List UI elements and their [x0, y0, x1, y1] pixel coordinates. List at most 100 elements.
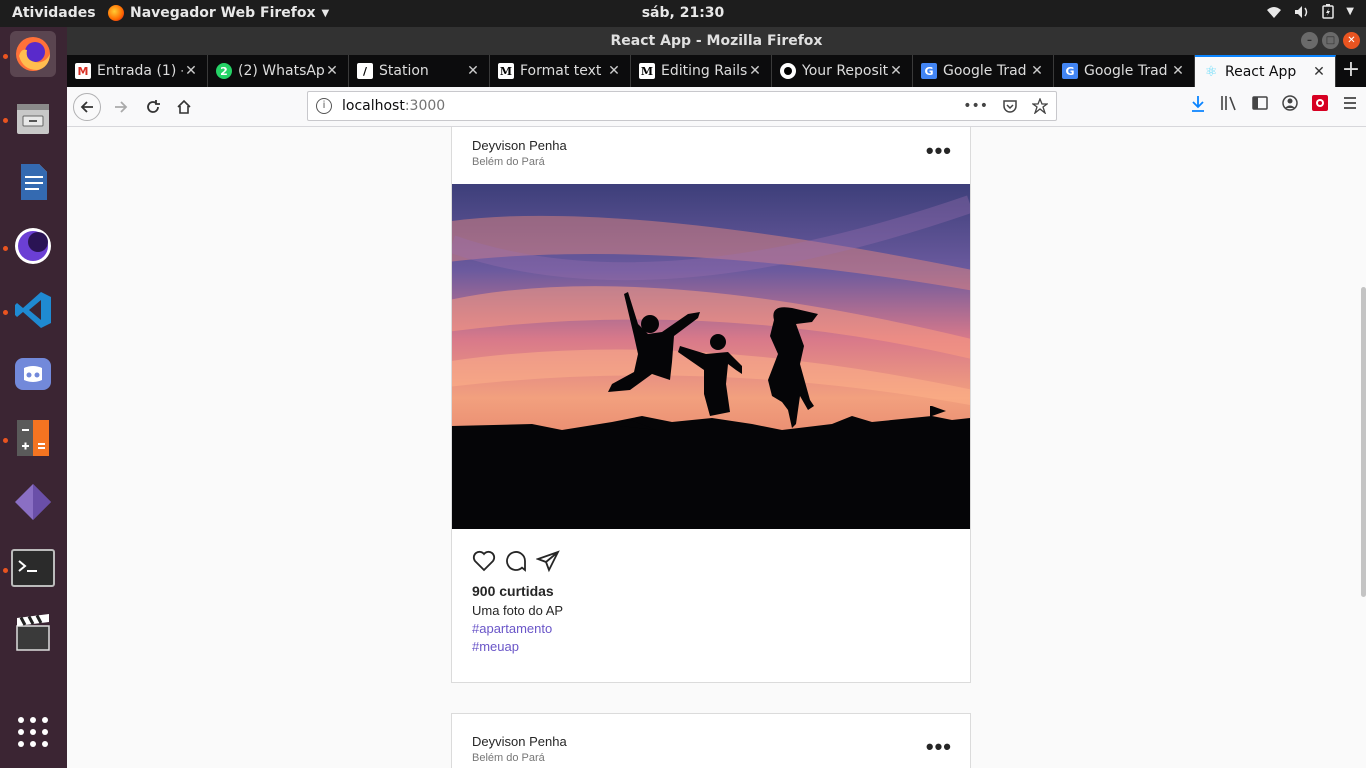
- comment-icon[interactable]: [504, 549, 528, 573]
- tab-label: Entrada (1) -: [97, 63, 183, 79]
- post-location: Belém do Pará: [472, 752, 545, 764]
- post-card: Deyvison Penha Belém do Pará •••: [451, 127, 971, 683]
- tab-label: React App: [1225, 64, 1297, 80]
- moon-browser-icon: [15, 228, 51, 264]
- firefox-icon: [16, 37, 50, 71]
- close-tab-icon[interactable]: ✕: [465, 63, 481, 79]
- close-tab-icon[interactable]: ✕: [1029, 63, 1045, 79]
- grid-icon: [18, 717, 48, 747]
- bookmark-star-icon[interactable]: [1032, 98, 1048, 114]
- react-icon: ⚛: [1204, 64, 1218, 80]
- post-footer: 900 curtidas Uma foto do AP #apartamento…: [452, 529, 970, 674]
- url-port: :3000: [404, 98, 446, 114]
- medium-icon: M: [639, 63, 655, 79]
- likes-count: 900 curtidas: [472, 583, 554, 599]
- close-tab-icon[interactable]: ✕: [888, 63, 904, 79]
- close-tab-icon[interactable]: ✕: [606, 63, 622, 79]
- pocket-icon[interactable]: [1002, 98, 1018, 114]
- dock-writer[interactable]: [10, 159, 56, 205]
- close-tab-icon[interactable]: ✕: [324, 63, 340, 79]
- post-caption: Uma foto do AP: [472, 603, 564, 618]
- tab-github[interactable]: Your Reposit ✕: [772, 55, 913, 87]
- home-icon: [177, 99, 191, 114]
- running-indicator: [3, 54, 8, 59]
- home-button[interactable]: [170, 93, 198, 121]
- gmail-icon: M: [75, 63, 91, 79]
- dock-files[interactable]: [10, 95, 56, 141]
- extension-icon[interactable]: [1312, 95, 1328, 111]
- show-applications-button[interactable]: [10, 709, 56, 755]
- dock-app-diamond[interactable]: [10, 479, 56, 525]
- dock-video-editor[interactable]: [10, 609, 56, 655]
- dock-vscode[interactable]: [10, 287, 56, 333]
- tab-editing-rails[interactable]: M Editing Rails ✕: [631, 55, 772, 87]
- close-window-button[interactable]: ✕: [1343, 32, 1360, 49]
- tab-label: Station: [379, 63, 429, 79]
- tab-react-app[interactable]: ⚛ React App ✕: [1195, 55, 1336, 87]
- tab-strip: M Entrada (1) - ✕ 2 (2) WhatsApp ✕ / Sta…: [67, 55, 1366, 87]
- maximize-button[interactable]: □: [1322, 32, 1339, 49]
- account-icon[interactable]: [1282, 95, 1298, 111]
- tab-whatsapp[interactable]: 2 (2) WhatsApp ✕: [208, 55, 349, 87]
- window-titlebar[interactable]: React App - Mozilla Firefox – □ ✕: [67, 27, 1366, 55]
- close-tab-icon[interactable]: ✕: [1170, 63, 1186, 79]
- library-icon[interactable]: [1220, 95, 1238, 111]
- clock[interactable]: sáb, 21:30: [0, 5, 1366, 21]
- post-header: Deyvison Penha Belém do Pará •••: [452, 127, 970, 184]
- file-cabinet-icon: [17, 104, 49, 134]
- download-icon[interactable]: [1190, 95, 1206, 113]
- post-options-icon[interactable]: •••: [926, 140, 952, 162]
- dock-tor-browser[interactable]: [10, 223, 56, 269]
- scrollbar-thumb[interactable]: [1361, 287, 1366, 597]
- running-indicator: [3, 568, 8, 573]
- clapperboard-icon: [16, 614, 50, 651]
- navigation-toolbar: i localhost:3000 •••: [67, 87, 1366, 127]
- post-header: Deyvison Penha Belém do Pará •••: [452, 714, 970, 768]
- url-host: localhost: [342, 98, 405, 114]
- tab-label: Format text: [520, 63, 602, 79]
- tab-google-translate-1[interactable]: G Google Trad ✕: [913, 55, 1054, 87]
- minimize-button[interactable]: –: [1301, 32, 1318, 49]
- heart-icon[interactable]: [472, 549, 496, 573]
- post-author[interactable]: Deyvison Penha: [472, 138, 567, 153]
- tab-station[interactable]: / Station ✕: [349, 55, 490, 87]
- hashtag-link[interactable]: #apartamento: [472, 621, 950, 636]
- url-bar[interactable]: i localhost:3000 •••: [307, 91, 1057, 121]
- medium-icon: M: [498, 63, 514, 79]
- hashtag-link[interactable]: #meuap: [472, 639, 950, 654]
- google-translate-icon: G: [921, 63, 937, 79]
- close-tab-icon[interactable]: ✕: [747, 63, 763, 79]
- post-author[interactable]: Deyvison Penha: [472, 734, 567, 749]
- reload-button[interactable]: [139, 93, 167, 121]
- dock-discord[interactable]: [10, 351, 56, 397]
- window-title: React App - Mozilla Firefox: [610, 33, 823, 49]
- hamburger-menu-icon[interactable]: [1342, 95, 1358, 111]
- post-actions: [472, 549, 950, 575]
- tab-label: Your Reposit: [802, 63, 888, 79]
- post-photo: [452, 184, 970, 529]
- share-icon[interactable]: [536, 549, 560, 573]
- sidebar-icon[interactable]: [1252, 95, 1268, 111]
- system-tray[interactable]: ▼: [1266, 4, 1354, 19]
- running-indicator: [3, 118, 8, 123]
- post-card: Deyvison Penha Belém do Pará •••: [451, 713, 971, 768]
- chevron-down-icon: ▼: [1346, 6, 1354, 17]
- dock-firefox[interactable]: [10, 31, 56, 77]
- close-tab-icon[interactable]: ✕: [183, 63, 199, 79]
- page-viewport[interactable]: Deyvison Penha Belém do Pará ••• 900 cur…: [67, 127, 1366, 768]
- sunset-jump-photo: [452, 184, 970, 529]
- tab-gmail[interactable]: M Entrada (1) - ✕: [67, 55, 208, 87]
- page-actions-icon[interactable]: •••: [963, 98, 988, 114]
- tab-google-translate-2[interactable]: G Google Trad ✕: [1054, 55, 1195, 87]
- google-translate-icon: G: [1062, 63, 1078, 79]
- close-tab-icon[interactable]: ✕: [1311, 64, 1327, 80]
- dock-terminal[interactable]: [10, 545, 56, 591]
- forward-button[interactable]: [107, 93, 135, 121]
- dock-calculator[interactable]: [10, 415, 56, 461]
- site-info-icon[interactable]: i: [316, 98, 332, 114]
- new-tab-button[interactable]: +: [1336, 55, 1366, 87]
- tab-format-text[interactable]: M Format text ✕: [490, 55, 631, 87]
- post-options-icon[interactable]: •••: [926, 736, 952, 758]
- running-indicator: [3, 246, 8, 251]
- back-button[interactable]: [73, 93, 101, 121]
